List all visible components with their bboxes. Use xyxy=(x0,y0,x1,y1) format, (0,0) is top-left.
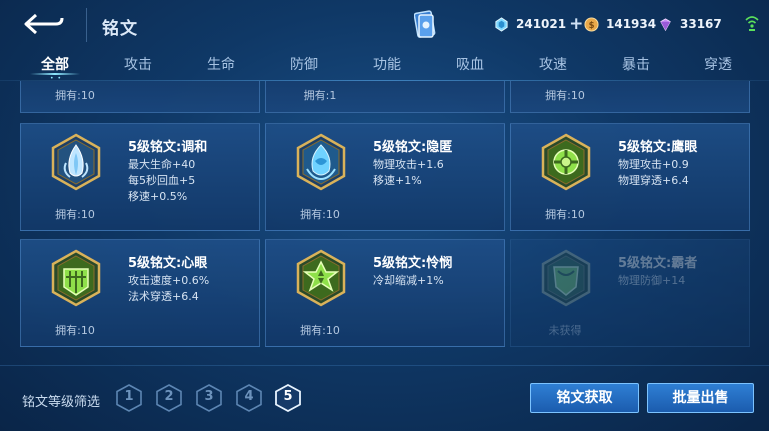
inscription-grid[interactable]: 拥有:10 拥有:1 拥有:10 5级铭文:调和 最大生命+40 每5秒回血+5… xyxy=(0,81,769,356)
level-filter-3[interactable]: 3 xyxy=(196,384,222,412)
inscription-name: 5级铭文:心眼 xyxy=(128,256,208,271)
category-tabs: 全部 攻击 生命 防御 功能 吸血 攻速 暴击 穿透 xyxy=(0,52,769,80)
tab-function[interactable]: 功能 xyxy=(373,54,401,74)
inscription-card-partial[interactable]: 拥有:1 xyxy=(265,81,505,113)
diamond-resource: 241021 + xyxy=(494,14,583,34)
hawkeye-emblem-icon xyxy=(541,133,591,191)
inscription-name: 5级铭文:霸者 xyxy=(618,256,698,271)
inscription-name: 5级铭文:隐匿 xyxy=(373,140,453,155)
not-obtained-label: 未获得 xyxy=(548,324,582,337)
level-filter-5[interactable]: 5 xyxy=(275,383,301,413)
tab-lifesteal[interactable]: 吸血 xyxy=(456,54,484,74)
crystal-resource: 33167 xyxy=(658,14,722,34)
crystal-count: 33167 xyxy=(680,17,722,31)
inscription-card-partial[interactable]: 拥有:10 xyxy=(510,81,750,113)
inscription-attributes: 最大生命+40 每5秒回血+5 移速+0.5% xyxy=(128,157,195,205)
owned-count: 拥有:1 xyxy=(303,89,337,102)
inscription-card-overlord[interactable]: 5级铭文:霸者 物理防御+14 未获得 xyxy=(510,239,750,347)
attribute-line: 每5秒回血+5 xyxy=(128,174,196,187)
wifi-signal-icon xyxy=(745,16,759,31)
harmony-emblem-icon xyxy=(51,133,101,191)
add-diamond-button[interactable]: + xyxy=(569,16,583,33)
inscription-name: 5级铭文:怜悯 xyxy=(373,256,453,271)
owned-count: 拥有:10 xyxy=(545,89,585,102)
tab-attack[interactable]: 攻击 xyxy=(124,54,152,74)
level-number: 2 xyxy=(164,389,174,404)
attribute-line: 法术穿透+6.4 xyxy=(128,290,199,303)
level-filter-2[interactable]: 2 xyxy=(156,384,182,412)
obtain-inscription-button[interactable]: 铭文获取 xyxy=(530,383,639,413)
attribute-line: 移速+1% xyxy=(373,174,422,187)
attribute-line: 冷却缩减+1% xyxy=(373,274,444,287)
attribute-line: 攻击速度+0.6% xyxy=(128,274,210,287)
batch-sell-button[interactable]: 批量出售 xyxy=(647,383,754,413)
tab-defense[interactable]: 防御 xyxy=(290,54,318,74)
attribute-line: 物理穿透+6.4 xyxy=(618,174,689,187)
top-bar: 铭文 241021 + $ 141934 33167 xyxy=(0,0,769,52)
gold-coin-icon: $ xyxy=(584,16,599,32)
inscription-attributes: 物理攻击+0.9 物理穿透+6.4 xyxy=(618,157,689,189)
owned-count: 拥有:10 xyxy=(55,208,95,221)
inscription-card-mind-eye[interactable]: 5级铭文:心眼 攻击速度+0.6% 法术穿透+6.4 拥有:10 xyxy=(20,239,260,347)
tab-health[interactable]: 生命 xyxy=(207,54,235,74)
inscription-attributes: 物理防御+14 xyxy=(618,273,685,289)
tab-attack-speed[interactable]: 攻速 xyxy=(539,54,567,74)
inscription-card-hawkeye[interactable]: 5级铭文:鹰眼 物理攻击+0.9 物理穿透+6.4 拥有:10 xyxy=(510,123,750,231)
inscription-name: 5级铭文:调和 xyxy=(128,140,208,155)
level-number: 3 xyxy=(204,389,214,404)
attribute-line: 物理防御+14 xyxy=(618,274,686,287)
attribute-line: 物理攻击+0.9 xyxy=(618,158,689,171)
inscription-attributes: 冷却缩减+1% xyxy=(373,273,444,289)
owned-count: 拥有:10 xyxy=(545,208,585,221)
level-number: 1 xyxy=(124,389,134,404)
stealth-emblem-icon xyxy=(296,133,346,191)
level-filter-4[interactable]: 4 xyxy=(236,384,262,412)
level-filter-1[interactable]: 1 xyxy=(116,384,142,412)
back-arrow-icon[interactable] xyxy=(22,12,66,36)
tab-penetration[interactable]: 穿透 xyxy=(704,54,732,74)
owned-count: 拥有:10 xyxy=(55,89,95,102)
purple-crystal-icon xyxy=(660,17,671,31)
gold-count: 141934 xyxy=(606,17,657,31)
owned-count: 拥有:10 xyxy=(300,324,340,337)
attribute-line: 移速+0.5% xyxy=(128,190,188,203)
title-divider xyxy=(86,8,87,42)
owned-count: 拥有:10 xyxy=(55,324,95,337)
svg-text:$: $ xyxy=(589,19,595,29)
overlord-emblem-icon xyxy=(541,249,591,307)
inscription-attributes: 攻击速度+0.6% 法术穿透+6.4 xyxy=(128,273,209,305)
inscription-card-mercy[interactable]: 5级铭文:怜悯 冷却缩减+1% 拥有:10 xyxy=(265,239,505,347)
inscription-card-icon[interactable] xyxy=(414,9,436,41)
owned-count: 拥有:10 xyxy=(300,208,340,221)
gold-resource: $ 141934 xyxy=(584,14,656,34)
diamond-count: 241021 xyxy=(516,17,567,31)
level-filter-label: 铭文等级筛选 xyxy=(22,395,101,410)
inscription-name: 5级铭文:鹰眼 xyxy=(618,140,698,155)
footer-divider xyxy=(0,365,769,366)
tab-critical[interactable]: 暴击 xyxy=(622,54,650,74)
attribute-line: 物理攻击+1.6 xyxy=(373,158,444,171)
page-title: 铭文 xyxy=(102,19,138,39)
diamond-gem-icon xyxy=(495,16,508,32)
inscription-attributes: 物理攻击+1.6 移速+1% xyxy=(373,157,444,189)
tab-all[interactable]: 全部 xyxy=(41,54,69,74)
inscription-card-harmony[interactable]: 5级铭文:调和 最大生命+40 每5秒回血+5 移速+0.5% 拥有:10 xyxy=(20,123,260,231)
inscription-card-stealth[interactable]: 5级铭文:隐匿 物理攻击+1.6 移速+1% 拥有:10 xyxy=(265,123,505,231)
mind-eye-emblem-icon xyxy=(51,249,101,307)
attribute-line: 最大生命+40 xyxy=(128,158,196,171)
mercy-emblem-icon xyxy=(296,249,346,307)
level-number: 5 xyxy=(283,389,293,404)
level-number: 4 xyxy=(244,389,254,404)
inscription-card-partial[interactable]: 拥有:10 xyxy=(20,81,260,113)
